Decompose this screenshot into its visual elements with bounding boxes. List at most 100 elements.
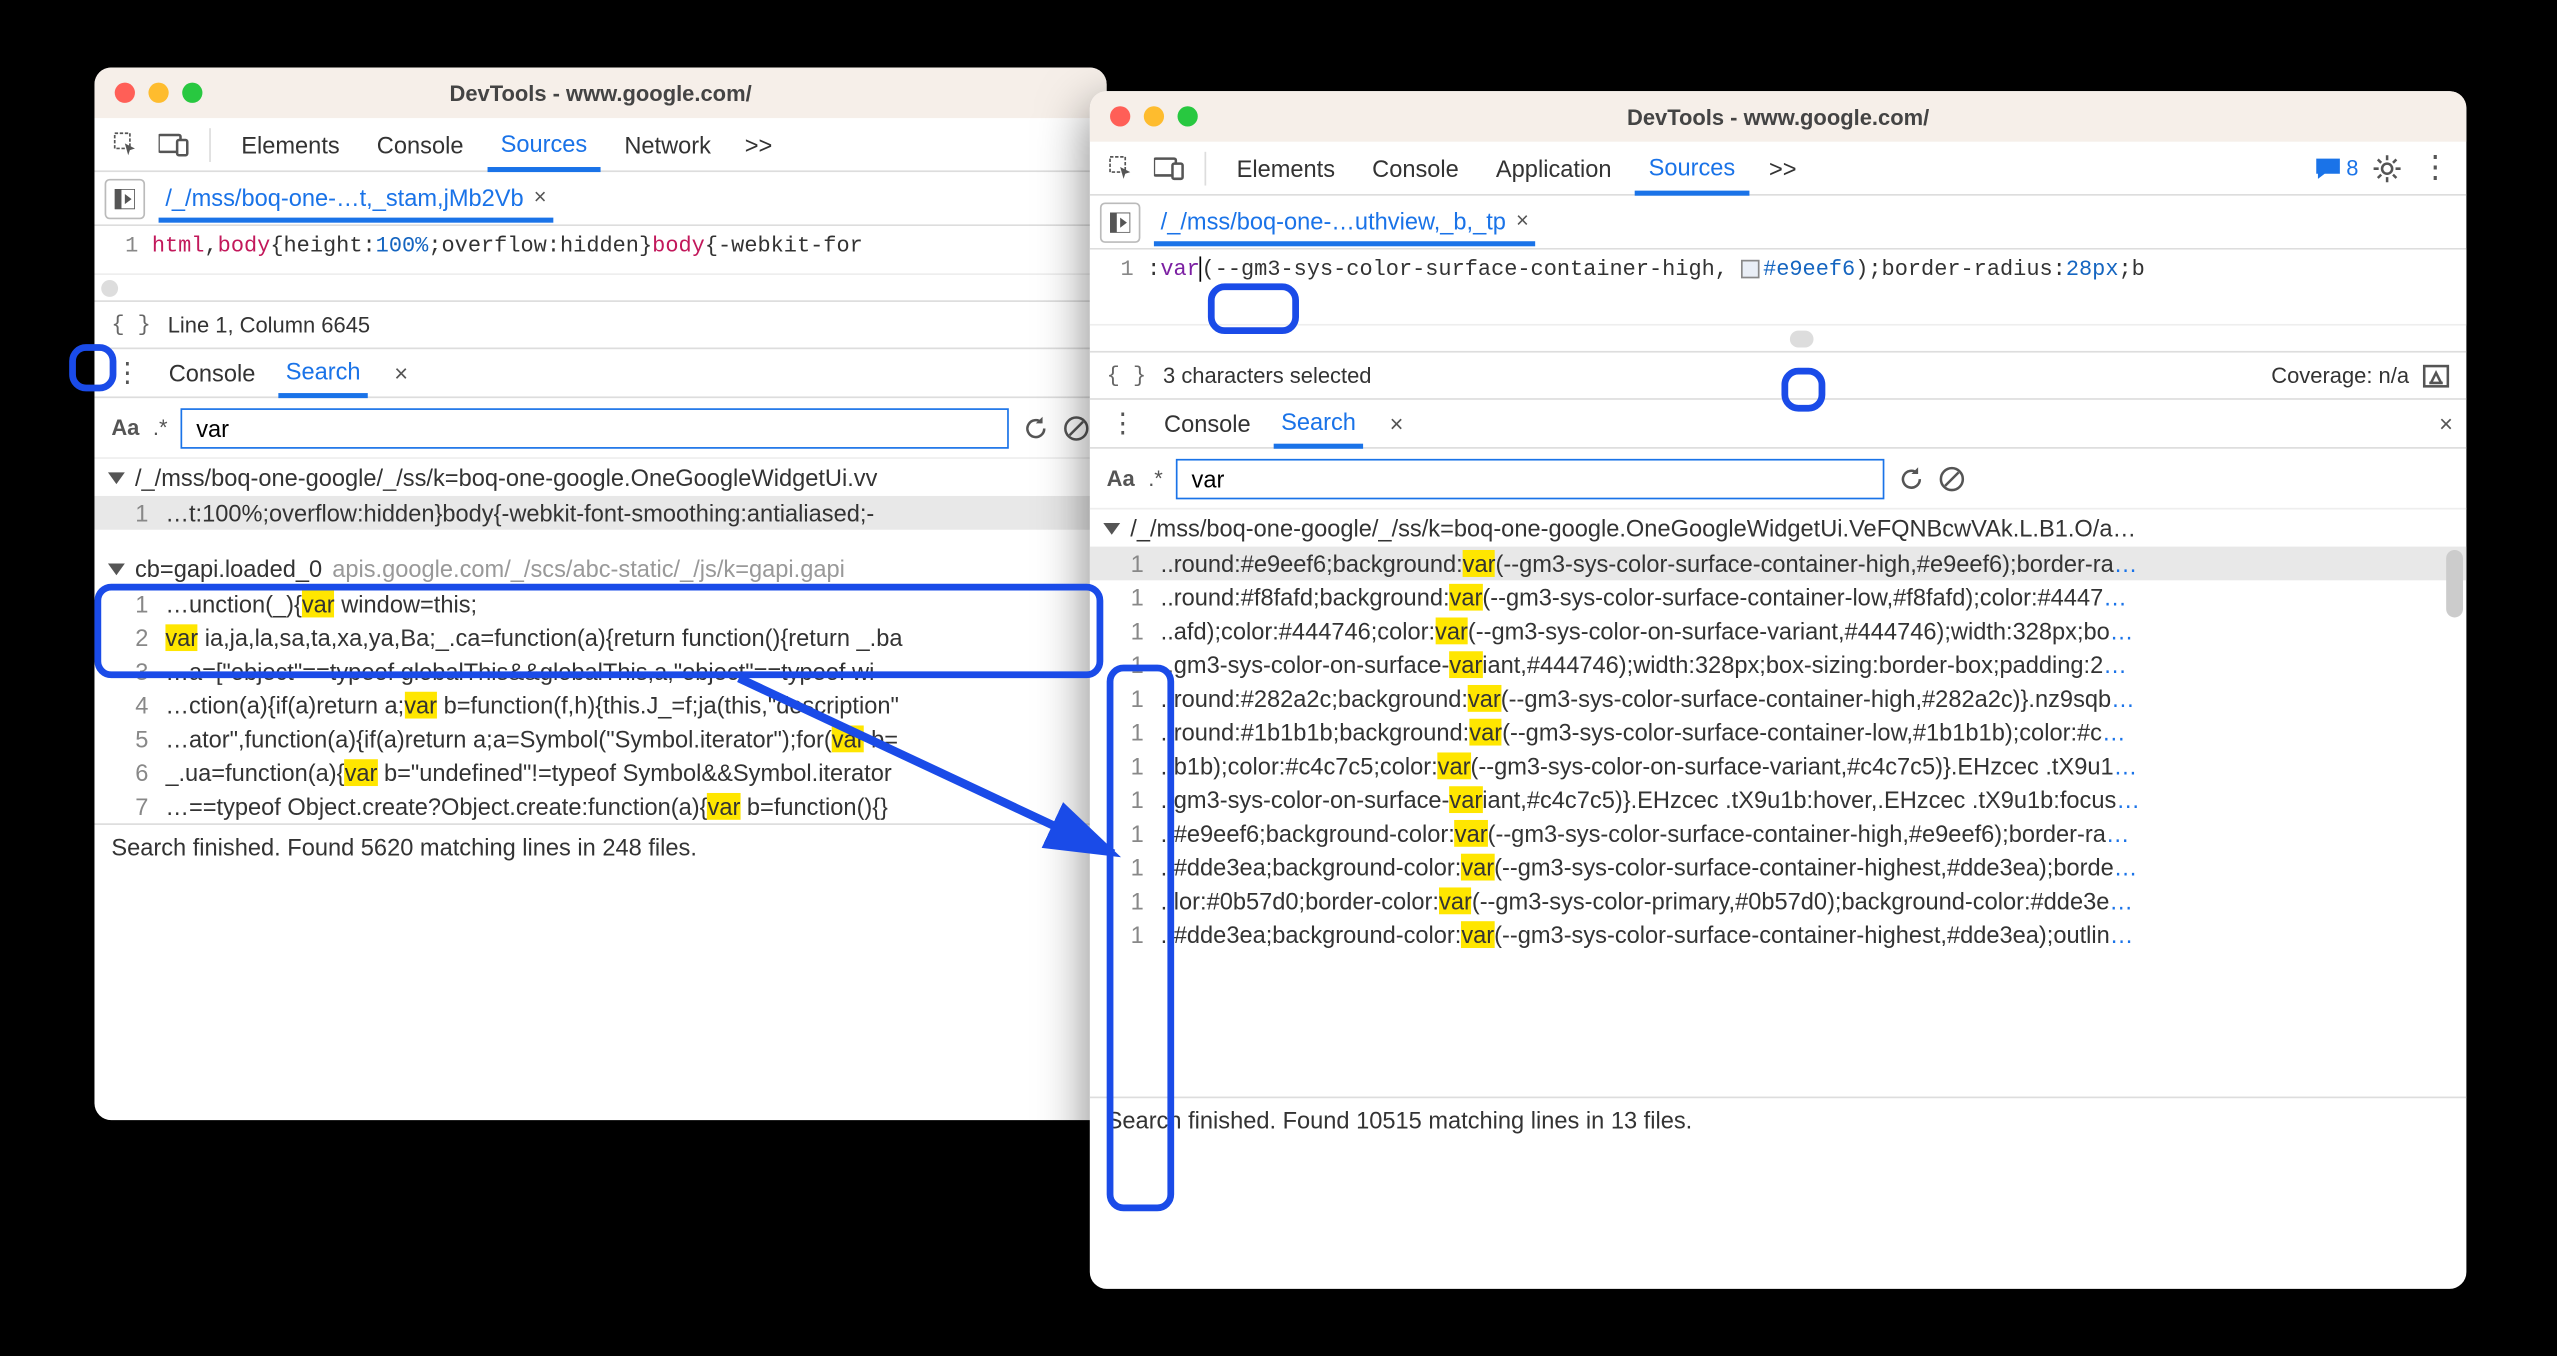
drawer-menu-icon[interactable]: ⋮ xyxy=(1103,405,1140,442)
drawer-tab-search[interactable]: Search xyxy=(1274,400,1362,449)
match-case-toggle[interactable]: Aa xyxy=(1107,466,1135,491)
result-row[interactable]: 1..gm3-sys-color-on-surface-variant,#c4c… xyxy=(1090,783,2467,817)
result-row[interactable]: 1..round:#e9eef6;background:var(--gm3-sy… xyxy=(1090,547,2467,581)
navigator-toggle-icon[interactable] xyxy=(105,178,145,218)
search-input[interactable] xyxy=(181,407,1009,447)
inspect-element-icon[interactable] xyxy=(108,126,145,163)
device-toolbar-icon[interactable] xyxy=(155,126,192,163)
pretty-print-icon[interactable]: { } xyxy=(111,312,150,337)
main-toolbar: Elements Console Sources Network >> xyxy=(94,118,1106,172)
result-row[interactable]: 7…==typeof Object.create?Object.create:f… xyxy=(94,790,1106,824)
result-snippet: …ator",function(a){if(a)return a;a=Symbo… xyxy=(165,725,898,752)
file-tab-label: /_/mss/boq-one-…uthview,_b,_tp xyxy=(1161,207,1506,234)
navigator-toggle-icon[interactable] xyxy=(1100,202,1140,242)
drawer-tab-search[interactable]: Search xyxy=(279,349,367,398)
result-row[interactable]: 1…unction(_){var window=this; xyxy=(94,587,1106,621)
messages-badge[interactable]: 8 xyxy=(2314,155,2358,180)
tab-console[interactable]: Console xyxy=(363,121,477,168)
result-line-number: 7 xyxy=(108,793,148,820)
result-file-header[interactable]: /_/mss/boq-one-google/_/ss/k=boq-one-goo… xyxy=(1090,509,2467,546)
file-tab[interactable]: /_/mss/boq-one-…t,_stam,jMb2Vb × xyxy=(159,175,554,222)
main-menu-icon[interactable]: ⋮ xyxy=(2416,149,2453,186)
code-editor[interactable]: 1 html,body{height:100%;overflow:hidden}… xyxy=(94,226,1106,273)
tab-application[interactable]: Application xyxy=(1482,144,1625,191)
result-line-number: 1 xyxy=(1103,685,1143,712)
result-row[interactable]: 5…ator",function(a){if(a)return a;a=Symb… xyxy=(94,722,1106,756)
disclosure-triangle-icon[interactable] xyxy=(108,563,125,575)
more-tabs-button[interactable]: >> xyxy=(1759,154,1807,181)
drawer-close-icon[interactable]: × xyxy=(2439,410,2453,437)
tab-sources[interactable]: Sources xyxy=(487,119,601,171)
minimize-window-button[interactable] xyxy=(1144,106,1164,126)
result-line-number: 1 xyxy=(1103,854,1143,881)
disclosure-triangle-icon[interactable] xyxy=(1103,522,1120,534)
close-window-button[interactable] xyxy=(115,83,135,103)
editor-horizontal-scrollbar[interactable] xyxy=(94,273,1106,300)
result-row[interactable]: 1..#dde3ea;background-color:var(--gm3-sy… xyxy=(1090,850,2467,884)
clear-search-icon[interactable] xyxy=(1939,465,1966,492)
result-file-header[interactable]: cb=gapi.loaded_0apis.google.com/_/scs/ab… xyxy=(94,550,1106,587)
refresh-search-icon[interactable] xyxy=(1898,465,1925,492)
match-case-toggle[interactable]: Aa xyxy=(111,415,139,440)
regex-toggle[interactable]: .* xyxy=(153,415,168,440)
close-file-tab-icon[interactable]: × xyxy=(534,184,547,209)
result-row[interactable]: 1..round:#1b1b1b;background:var(--gm3-sy… xyxy=(1090,715,2467,749)
drawer-tab-close-icon[interactable]: × xyxy=(1390,410,1404,437)
tab-network[interactable]: Network xyxy=(611,121,725,168)
drawer-tab-console[interactable]: Console xyxy=(1157,402,1257,446)
result-line-number: 1 xyxy=(1103,752,1143,779)
result-row[interactable]: 1..gm3-sys-color-on-surface-variant,#444… xyxy=(1090,648,2467,682)
minimize-window-button[interactable] xyxy=(148,83,168,103)
tab-console[interactable]: Console xyxy=(1359,144,1473,191)
devtools-window-left: DevTools - www.google.com/ Elements Cons… xyxy=(94,67,1106,1120)
device-toolbar-icon[interactable] xyxy=(1151,149,1188,186)
search-footer: Search finished. Found 10515 matching li… xyxy=(1090,1097,2467,1141)
result-row[interactable]: 1..lor:#0b57d0;border-color:var(--gm3-sy… xyxy=(1090,884,2467,918)
result-row[interactable]: 1 ..round:#282a2c;background:var(--gm3-sy… xyxy=(1090,682,2467,716)
messages-count: 8 xyxy=(2346,155,2358,180)
drawer-tab-close-icon[interactable]: × xyxy=(394,359,408,386)
clear-search-icon[interactable] xyxy=(1063,414,1090,441)
settings-icon[interactable] xyxy=(2369,149,2406,186)
close-file-tab-icon[interactable]: × xyxy=(1516,208,1529,233)
result-row[interactable]: 1..b1b);color:#c4c7c5;color:var(--gm3-sy… xyxy=(1090,749,2467,783)
file-tab[interactable]: /_/mss/boq-one-…uthview,_b,_tp × xyxy=(1154,198,1536,245)
search-input[interactable] xyxy=(1176,458,1885,498)
result-file-header[interactable]: /_/mss/boq-one-google/_/ss/k=boq-one-goo… xyxy=(94,459,1106,496)
result-row[interactable]: 1 …t:100%;overflow:hidden}body{-webkit-f… xyxy=(94,496,1106,530)
result-snippet: ..round:#f8fafd;background:var(--gm3-sys… xyxy=(1161,584,2127,611)
result-row[interactable]: 1..afd);color:#444746;color:var(--gm3-sy… xyxy=(1090,614,2467,648)
tab-elements[interactable]: Elements xyxy=(1223,144,1348,191)
more-tabs-button[interactable]: >> xyxy=(735,131,783,158)
result-row[interactable]: 1..#dde3ea;background-color:var(--gm3-sy… xyxy=(1090,918,2467,952)
code-editor[interactable]: 1 :var(--gm3-sys-color-surface-container… xyxy=(1090,250,2467,324)
result-snippet: ..round:#282a2c;background:var(--gm3-sys… xyxy=(1161,685,2135,712)
close-window-button[interactable] xyxy=(1110,106,1130,126)
editor-horizontal-scrollbar[interactable] xyxy=(1090,324,2467,351)
result-row[interactable]: 2var ia,ja,la,sa,ta,xa,ya,Ba;_.ca=functi… xyxy=(94,621,1106,655)
cursor-position: Line 1, Column 6645 xyxy=(168,312,370,337)
tab-sources[interactable]: Sources xyxy=(1635,143,1749,195)
refresh-search-icon[interactable] xyxy=(1022,414,1049,441)
pretty-print-icon[interactable]: { } xyxy=(1107,363,1146,388)
result-row[interactable]: 4…ction(a){if(a)return a;var b=function(… xyxy=(94,688,1106,722)
result-row[interactable]: 3…a=["object"==typeof globalThis&&global… xyxy=(94,655,1106,689)
result-snippet: _.ua=function(a){var b="undefined"!=type… xyxy=(165,759,891,786)
coverage-icon[interactable] xyxy=(2423,364,2450,388)
maximize-window-button[interactable] xyxy=(182,83,202,103)
result-row[interactable]: 1..#e9eef6;background-color:var(--gm3-sy… xyxy=(1090,817,2467,851)
regex-toggle[interactable]: .* xyxy=(1148,466,1163,491)
scrollbar-thumb[interactable] xyxy=(1790,331,1814,348)
results-scrollbar-thumb[interactable] xyxy=(2446,550,2463,617)
result-row[interactable]: 1..round:#f8fafd;background:var(--gm3-sy… xyxy=(1090,580,2467,614)
maximize-window-button[interactable] xyxy=(1178,106,1198,126)
result-row[interactable]: 6 _.ua=function(a){var b="undefined"!=typ… xyxy=(94,756,1106,790)
drawer-tab-console[interactable]: Console xyxy=(162,351,262,395)
disclosure-triangle-icon[interactable] xyxy=(108,472,125,484)
color-swatch-icon[interactable] xyxy=(1741,260,1760,279)
inspect-element-icon[interactable] xyxy=(1103,149,1140,186)
drawer-menu-icon[interactable]: ⋮ xyxy=(108,354,145,391)
tab-elements[interactable]: Elements xyxy=(228,121,353,168)
scrollbar-thumb[interactable] xyxy=(101,280,118,297)
result-line-number: 6 xyxy=(108,759,148,786)
